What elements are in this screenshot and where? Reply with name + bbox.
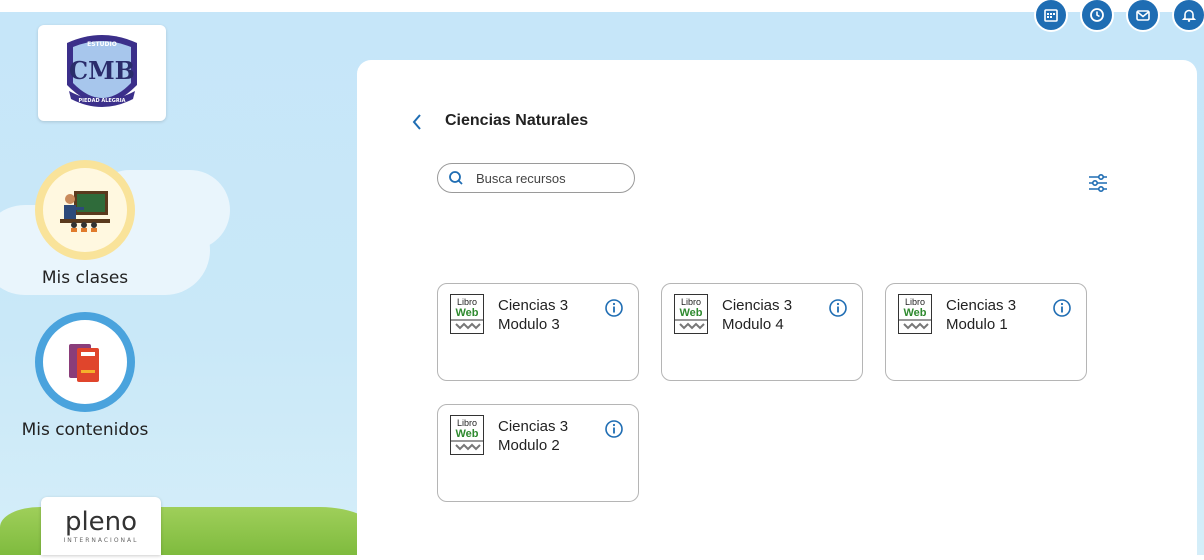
history-button[interactable]	[1080, 0, 1114, 32]
resource-title-line1: Ciencias 3	[498, 297, 569, 314]
mis-clases-circle[interactable]	[35, 160, 135, 260]
resource-title: Ciencias 3 Modulo 2	[498, 417, 568, 455]
sliders-icon	[1089, 173, 1107, 193]
sidebar-item-mis-contenidos[interactable]: Mis contenidos	[0, 312, 170, 440]
sidebar-item-label: Mis clases	[41, 268, 129, 288]
resource-card[interactable]: Libro Web Ciencias 3 Modulo 1	[885, 283, 1087, 381]
resource-title-line2: Modulo 4	[722, 316, 784, 333]
libro-web-icon: Libro Web	[898, 294, 932, 334]
resource-title-line1: Ciencias 3	[722, 297, 793, 314]
pleno-tagline: INTERNACIONAL	[63, 536, 139, 544]
messages-button[interactable]	[1126, 0, 1160, 32]
resource-title-line1: Ciencias 3	[946, 297, 1017, 314]
svg-text:Libro: Libro	[457, 297, 477, 307]
svg-text:Web: Web	[455, 428, 478, 440]
calendar-icon	[1044, 9, 1058, 22]
resource-title-line2: Modulo 1	[946, 316, 1008, 333]
chevron-left-icon	[412, 114, 421, 130]
svg-text:Web: Web	[903, 307, 926, 319]
sidebar-item-label: Mis contenidos	[21, 420, 149, 440]
info-icon[interactable]	[604, 419, 624, 439]
books-icon	[69, 344, 99, 382]
resource-title-line2: Modulo 2	[498, 437, 560, 454]
resource-card[interactable]: Libro Web Ciencias 3 Modulo 3	[437, 283, 639, 381]
teacher-blackboard-icon	[60, 191, 110, 232]
sidebar-item-mis-clases[interactable]: Mis clases	[0, 160, 170, 288]
crest-arc-bottom: PIEDAD ALEGRIA	[78, 98, 125, 104]
back-button[interactable]	[407, 110, 427, 134]
top-strip	[0, 0, 1204, 12]
filter-button[interactable]	[1087, 172, 1109, 194]
school-crest-icon: ESTUDIO CMB PIEDAD ALEGRIA	[67, 35, 137, 107]
info-icon[interactable]	[828, 298, 848, 318]
mail-icon	[1136, 10, 1150, 21]
pleno-wordmark: pleno	[64, 506, 138, 537]
page-title: Ciencias Naturales	[445, 112, 589, 129]
school-logo[interactable]: ESTUDIO CMB PIEDAD ALEGRIA	[38, 25, 166, 121]
svg-text:Web: Web	[679, 307, 702, 319]
search-box[interactable]	[437, 163, 635, 193]
resource-title: Ciencias 3 Modulo 3	[498, 296, 568, 334]
resource-title: Ciencias 3 Modulo 4	[722, 296, 792, 334]
search-input[interactable]	[474, 169, 618, 187]
resource-card[interactable]: Libro Web Ciencias 3 Modulo 2	[437, 404, 639, 502]
libro-web-icon: Libro Web	[674, 294, 708, 334]
resource-title: Ciencias 3 Modulo 1	[946, 296, 1016, 334]
pleno-logo: pleno INTERNACIONAL	[41, 497, 161, 555]
notifications-button[interactable]	[1172, 0, 1204, 32]
resource-card[interactable]: Libro Web Ciencias 3 Modulo 4	[661, 283, 863, 381]
mis-contenidos-circle[interactable]	[35, 312, 135, 412]
bell-icon	[1181, 9, 1197, 22]
libro-web-icon: Libro Web	[450, 294, 484, 334]
svg-text:Web: Web	[455, 307, 478, 319]
crest-monogram: CMB	[69, 56, 135, 85]
info-icon[interactable]	[604, 298, 624, 318]
svg-text:Libro: Libro	[681, 297, 701, 307]
libro-web-icon: Libro Web	[450, 415, 484, 455]
svg-text:Libro: Libro	[905, 297, 925, 307]
resource-title-line2: Modulo 3	[498, 316, 560, 333]
info-icon[interactable]	[1052, 298, 1072, 318]
resource-title-line1: Ciencias 3	[498, 418, 569, 435]
crest-arc-top: ESTUDIO	[87, 41, 117, 48]
clock-icon	[1090, 8, 1104, 22]
search-icon	[449, 171, 463, 185]
calendar-button[interactable]	[1034, 0, 1068, 32]
content-panel: Ciencias Naturales Libro Web Ciencias 3 …	[357, 60, 1197, 560]
topbar-icons	[1034, 0, 1204, 32]
svg-text:Libro: Libro	[457, 418, 477, 428]
